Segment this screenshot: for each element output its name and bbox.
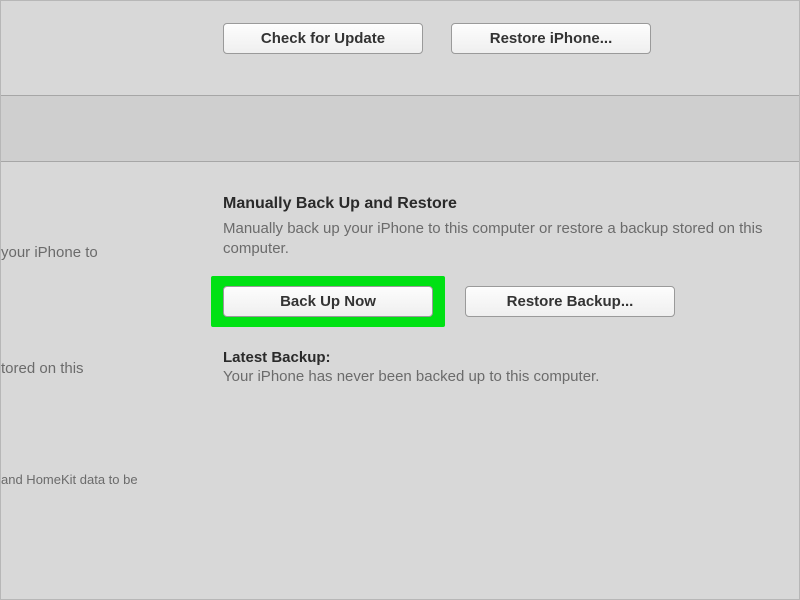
- backup-button-row: Back Up Now Restore Backup...: [223, 276, 783, 327]
- manual-backup-description: Manually back up your iPhone to this com…: [223, 219, 783, 258]
- check-for-update-button[interactable]: Check for Update: [223, 23, 423, 54]
- latest-backup-label: Latest Backup:: [223, 349, 783, 366]
- restore-backup-button[interactable]: Restore Backup...: [465, 286, 675, 317]
- manual-backup-heading: Manually Back Up and Restore: [223, 195, 783, 213]
- truncated-text-fragment: and HomeKit data to be: [1, 472, 138, 487]
- back-up-now-button[interactable]: Back Up Now: [223, 286, 433, 317]
- header-band: [1, 96, 799, 162]
- truncated-text-fragment: your iPhone to: [1, 244, 98, 261]
- restore-iphone-button[interactable]: Restore iPhone...: [451, 23, 651, 54]
- highlight-box: Back Up Now: [211, 276, 445, 327]
- latest-backup-block: Latest Backup: Your iPhone has never bee…: [223, 349, 783, 385]
- top-button-row: Check for Update Restore iPhone...: [223, 23, 651, 54]
- latest-backup-status: Your iPhone has never been backed up to …: [223, 368, 783, 385]
- truncated-text-fragment: tored on this: [1, 360, 84, 377]
- manual-backup-section: Manually Back Up and Restore Manually ba…: [223, 195, 783, 385]
